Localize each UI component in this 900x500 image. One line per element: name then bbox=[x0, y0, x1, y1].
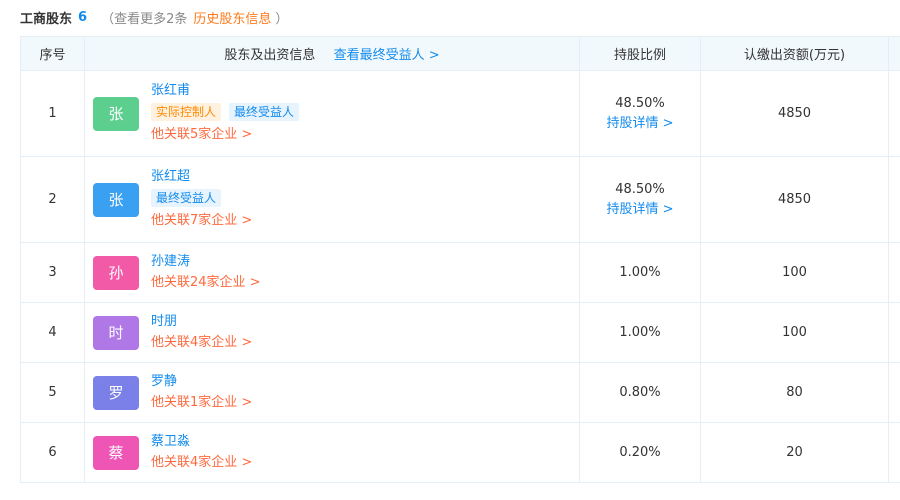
shareholder-tags: 实际控制人 最终受益人 bbox=[151, 103, 300, 121]
row-index: 2 bbox=[20, 156, 85, 243]
capital-amount: 100 bbox=[700, 302, 889, 363]
capital-amount: 100 bbox=[700, 242, 889, 303]
more-records-text: （查看更多2条 bbox=[101, 11, 188, 27]
avatar: 孙 bbox=[93, 255, 139, 290]
section-title: 工商股东 bbox=[20, 11, 73, 27]
row-index: 4 bbox=[20, 302, 85, 363]
ratio-cell: 48.50% 持股详情 > bbox=[579, 70, 701, 157]
table-row: 2 张 张红超 最终受益人 他关联7家企业 > 48.50% 持股详情 > 48… bbox=[20, 156, 900, 243]
column-header-shareholder-label: 股东及出资信息 bbox=[224, 48, 316, 63]
shareholder-table: 序号 股东及出资信息 查看最终受益人 > 持股比例 认缴出资额(万元) 1 张 … bbox=[20, 36, 900, 483]
shareholder-cell: 时 时朋 他关联4家企业 > bbox=[84, 302, 580, 363]
capital-amount: 4850 bbox=[700, 70, 889, 157]
shareholder-cell: 蔡 蔡卫淼 他关联4家企业 > bbox=[84, 422, 580, 483]
shareholder-table-container: 序号 股东及出资信息 查看最终受益人 > 持股比例 认缴出资额(万元) 1 张 … bbox=[20, 36, 900, 486]
table-header-row: 序号 股东及出资信息 查看最终受益人 > 持股比例 认缴出资额(万元) bbox=[20, 36, 900, 71]
column-header-capital: 认缴出资额(万元) bbox=[700, 36, 889, 71]
column-header-shareholder: 股东及出资信息 查看最终受益人 > bbox=[84, 36, 580, 71]
shareholder-name-link[interactable]: 时朋 bbox=[151, 313, 252, 331]
row-index: 5 bbox=[20, 362, 85, 423]
related-companies-link[interactable]: 他关联4家企业 > bbox=[151, 453, 252, 473]
capital-amount: 20 bbox=[700, 422, 889, 483]
extra-cell bbox=[888, 242, 900, 303]
table-row: 4 时 时朋 他关联4家企业 > 1.00% 100 bbox=[20, 302, 900, 363]
holding-ratio: 1.00% bbox=[619, 264, 661, 280]
holding-ratio: 0.20% bbox=[619, 444, 661, 460]
column-header-extra bbox=[888, 36, 900, 71]
avatar: 张 bbox=[93, 182, 139, 217]
row-index: 6 bbox=[20, 422, 85, 483]
avatar: 时 bbox=[93, 315, 139, 350]
row-index: 1 bbox=[20, 70, 85, 157]
shareholder-tags: 最终受益人 bbox=[151, 189, 252, 207]
holding-detail-link[interactable]: 持股详情 > bbox=[581, 200, 699, 220]
ratio-cell: 1.00% bbox=[579, 302, 701, 363]
extra-cell bbox=[888, 70, 900, 157]
extra-cell bbox=[888, 362, 900, 423]
table-row: 1 张 张红甫 实际控制人 最终受益人 他关联5家企业 > 48.50% 持股详情… bbox=[20, 70, 900, 157]
related-companies-link[interactable]: 他关联24家企业 > bbox=[151, 273, 261, 293]
avatar: 张 bbox=[93, 96, 139, 131]
shareholder-name-link[interactable]: 张红超 bbox=[151, 168, 252, 186]
table-row: 5 罗 罗静 他关联1家企业 > 0.80% 80 bbox=[20, 362, 900, 423]
ratio-cell: 0.80% bbox=[579, 362, 701, 423]
shareholder-cell: 孙 孙建涛 他关联24家企业 > bbox=[84, 242, 580, 303]
related-companies-link[interactable]: 他关联4家企业 > bbox=[151, 333, 252, 353]
extra-cell bbox=[888, 422, 900, 483]
capital-amount: 4850 bbox=[700, 156, 889, 243]
ratio-cell: 1.00% bbox=[579, 242, 701, 303]
extra-cell bbox=[888, 156, 900, 243]
history-shareholders-link[interactable]: 历史股东信息 bbox=[193, 8, 271, 27]
shareholder-count: 6 bbox=[78, 9, 88, 25]
shareholder-cell: 罗 罗静 他关联1家企业 > bbox=[84, 362, 580, 423]
more-records-close: ） bbox=[275, 11, 289, 27]
extra-cell bbox=[888, 302, 900, 363]
ratio-cell: 0.20% bbox=[579, 422, 701, 483]
capital-amount: 80 bbox=[700, 362, 889, 423]
avatar: 罗 bbox=[93, 375, 139, 410]
view-beneficiary-link[interactable]: 查看最终受益人 > bbox=[334, 48, 440, 63]
holding-ratio: 0.80% bbox=[619, 384, 661, 400]
column-header-ratio: 持股比例 bbox=[579, 36, 701, 71]
table-row: 3 孙 孙建涛 他关联24家企业 > 1.00% 100 bbox=[20, 242, 900, 303]
related-companies-link[interactable]: 他关联1家企业 > bbox=[151, 393, 252, 413]
shareholder-tag[interactable]: 实际控制人 bbox=[151, 103, 222, 121]
shareholder-name-link[interactable]: 蔡卫淼 bbox=[151, 433, 252, 451]
shareholder-name-link[interactable]: 孙建涛 bbox=[151, 253, 261, 271]
holding-ratio: 48.50% bbox=[615, 181, 665, 197]
shareholder-name-link[interactable]: 罗静 bbox=[151, 373, 252, 391]
ratio-cell: 48.50% 持股详情 > bbox=[579, 156, 701, 243]
shareholder-cell: 张 张红甫 实际控制人 最终受益人 他关联5家企业 > bbox=[84, 70, 580, 157]
shareholder-name-link[interactable]: 张红甫 bbox=[151, 82, 299, 100]
table-row: 6 蔡 蔡卫淼 他关联4家企业 > 0.20% 20 bbox=[20, 422, 900, 483]
holding-ratio: 1.00% bbox=[619, 324, 661, 340]
shareholder-tag[interactable]: 最终受益人 bbox=[229, 103, 300, 121]
row-index: 3 bbox=[20, 242, 85, 303]
related-companies-link[interactable]: 他关联7家企业 > bbox=[151, 211, 252, 231]
holding-detail-link[interactable]: 持股详情 > bbox=[581, 114, 699, 134]
holding-ratio: 48.50% bbox=[615, 95, 665, 111]
related-companies-link[interactable]: 他关联5家企业 > bbox=[151, 125, 299, 145]
shareholder-cell: 张 张红超 最终受益人 他关联7家企业 > bbox=[84, 156, 580, 243]
shareholder-tag[interactable]: 最终受益人 bbox=[151, 189, 222, 207]
avatar: 蔡 bbox=[93, 435, 139, 470]
column-header-index: 序号 bbox=[20, 36, 85, 71]
section-header: 工商股东 6 （查看更多2条 历史股东信息 ） bbox=[20, 6, 288, 28]
